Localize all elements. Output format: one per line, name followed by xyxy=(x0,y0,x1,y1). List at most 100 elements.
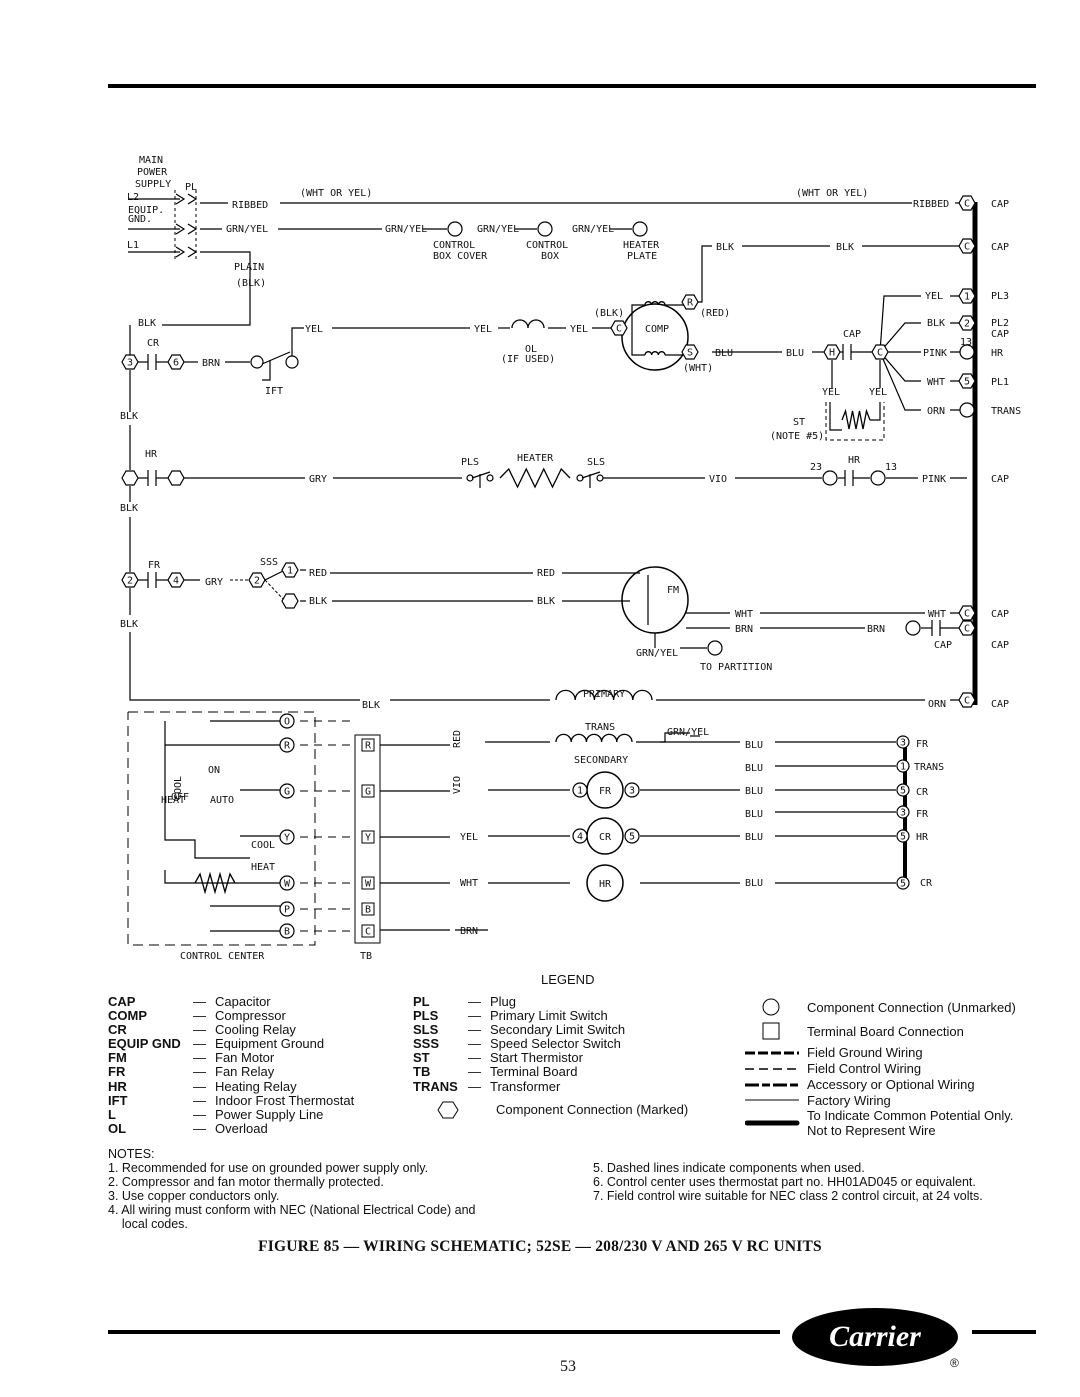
legend-desc: Compressor xyxy=(215,1008,286,1024)
legend-entry: HR — Heating Relay xyxy=(108,1078,354,1094)
legend-desc: Fan Relay xyxy=(215,1064,275,1080)
legend-dash: — xyxy=(193,1036,206,1052)
wire-label: BLU xyxy=(745,786,763,797)
wire-label: CR xyxy=(147,338,160,349)
terminal-mark: R xyxy=(284,741,291,752)
legend-entry: SSS — Speed Selector Switch xyxy=(413,1037,625,1051)
legend-desc: Primary Limit Switch xyxy=(490,1008,608,1024)
notes-title: NOTES: xyxy=(108,1147,155,1161)
coil xyxy=(511,319,545,329)
wire-label: HR xyxy=(916,832,929,843)
connection-mark: 1 xyxy=(964,292,970,303)
wire-label: CAP xyxy=(991,199,1009,210)
terminal-mark: W xyxy=(365,879,372,890)
legend-entry: FR — Fan Relay xyxy=(108,1065,354,1079)
wire-label: GRN/YEL xyxy=(667,727,709,738)
legend-symbol-label: To Indicate Common Potential Only. xyxy=(807,1108,1014,1123)
connection-mark: 2 xyxy=(127,576,133,587)
note-item: 7. Field control wire suitable for NEC c… xyxy=(593,1189,983,1204)
coil xyxy=(555,733,633,743)
legend-symbol-label: Component Connection (Unmarked) xyxy=(807,1000,1016,1015)
legend-entry: ST — Start Thermistor xyxy=(413,1051,625,1065)
relay-label: FR xyxy=(599,786,612,797)
connection-circle xyxy=(959,402,975,418)
pin-mark: 3 xyxy=(900,808,906,819)
wire xyxy=(264,569,286,581)
wire-label: (RED) xyxy=(700,308,730,319)
wire-label: (BLK) xyxy=(594,308,624,319)
terminal-mark: B xyxy=(284,927,290,938)
wire xyxy=(841,408,871,430)
coil xyxy=(644,351,666,356)
legend-entry: EQUIP GND — Equipment Ground xyxy=(108,1037,354,1051)
wire-label: COOL xyxy=(173,776,184,800)
connection-mark: 3 xyxy=(127,358,133,369)
wire-label: PL xyxy=(185,182,197,193)
wire-label: BLU xyxy=(745,740,763,751)
wire-label: CAP xyxy=(991,242,1009,253)
wire-label: TB xyxy=(360,951,372,962)
legend-dash: — xyxy=(468,1022,481,1038)
legend-desc: Equipment Ground xyxy=(215,1036,325,1052)
note-item: 6. Control center uses thermostat part n… xyxy=(593,1175,976,1190)
wire-label: L2 xyxy=(127,192,139,203)
legend-column-2: PL — Plug PLS — Primary Limit Switch SLS — Secon… xyxy=(413,994,625,1094)
legend-abbr: HR xyxy=(108,1078,127,1094)
legend-abbr: FR xyxy=(108,1064,126,1080)
pin-mark: 5 xyxy=(900,832,906,843)
wire-label: HEATER xyxy=(517,453,554,464)
legend-dash: — xyxy=(193,1064,206,1080)
wire-label: WHT xyxy=(928,609,946,620)
wire-label: BLU xyxy=(715,348,733,359)
legend-dash: — xyxy=(193,1120,206,1136)
connection-mark: 4 xyxy=(173,576,179,587)
connection-mark: C xyxy=(616,324,622,335)
legend-dash: — xyxy=(468,1064,481,1080)
legend-dash: — xyxy=(468,1008,481,1024)
note-item: 2. Compressor and fan motor thermally pr… xyxy=(108,1175,384,1190)
registered-mark: ® xyxy=(950,1356,959,1370)
legend-entry: CR — Cooling Relay xyxy=(108,1023,354,1037)
legend-entry: IFT — Indoor Frost Thermostat xyxy=(108,1093,354,1108)
connection-hexagon xyxy=(281,593,299,609)
terminal-mark: B xyxy=(365,905,371,916)
wire-label: HR xyxy=(145,449,158,460)
legend-abbr: OL xyxy=(108,1120,127,1136)
wire-label: PINK xyxy=(923,348,947,359)
terminal-mark: R xyxy=(365,741,372,752)
page-number: 53 xyxy=(560,1358,576,1375)
wire-label: CONTROL xyxy=(433,240,475,251)
wire-label: BRN xyxy=(202,358,220,369)
wire-label: YEL xyxy=(305,324,323,335)
wire-label: AUTO xyxy=(210,795,234,806)
wire-label: BLK xyxy=(362,700,380,711)
legend-desc: Plug xyxy=(490,994,517,1009)
connection-mark: C xyxy=(964,696,970,707)
connection-hexagon xyxy=(167,470,185,486)
bottom-rule-right xyxy=(972,1330,1036,1334)
wire xyxy=(829,402,842,431)
wire-label: BLK xyxy=(836,242,854,253)
legend-desc: Start Thermistor xyxy=(490,1050,583,1066)
legend-dash: — xyxy=(193,1078,206,1094)
hexagon-symbol-icon xyxy=(437,1101,459,1124)
legend-abbr: PLS xyxy=(413,1008,439,1024)
wire-label: HEATER xyxy=(623,240,660,251)
connection-mark: C xyxy=(964,199,970,210)
wire-label: GRY xyxy=(205,577,223,588)
wire xyxy=(187,246,198,258)
wire-label: GRN/YEL xyxy=(226,224,268,235)
wire-label: FR xyxy=(916,739,929,750)
wiring-schematic: CC1253 6RCS H C12CCC2 4ORGYWPBRGYWBCFRCRHR1 3… xyxy=(120,155,1021,962)
wire-label: MAIN xyxy=(139,155,163,166)
wire-label: POWER xyxy=(137,167,168,178)
wire-label: HEAT xyxy=(251,862,275,873)
legend-abbr: SSS xyxy=(413,1036,440,1052)
legend-dash: — xyxy=(193,1050,206,1066)
connection-mark: 6 xyxy=(173,358,179,369)
legend-abbr: ST xyxy=(413,1050,430,1066)
note-item: 4. All wiring must conform with NEC (Nat… xyxy=(108,1203,476,1218)
connection-circle xyxy=(707,640,723,656)
wire-label: HR xyxy=(848,455,861,466)
legend-desc: Transformer xyxy=(490,1078,561,1094)
